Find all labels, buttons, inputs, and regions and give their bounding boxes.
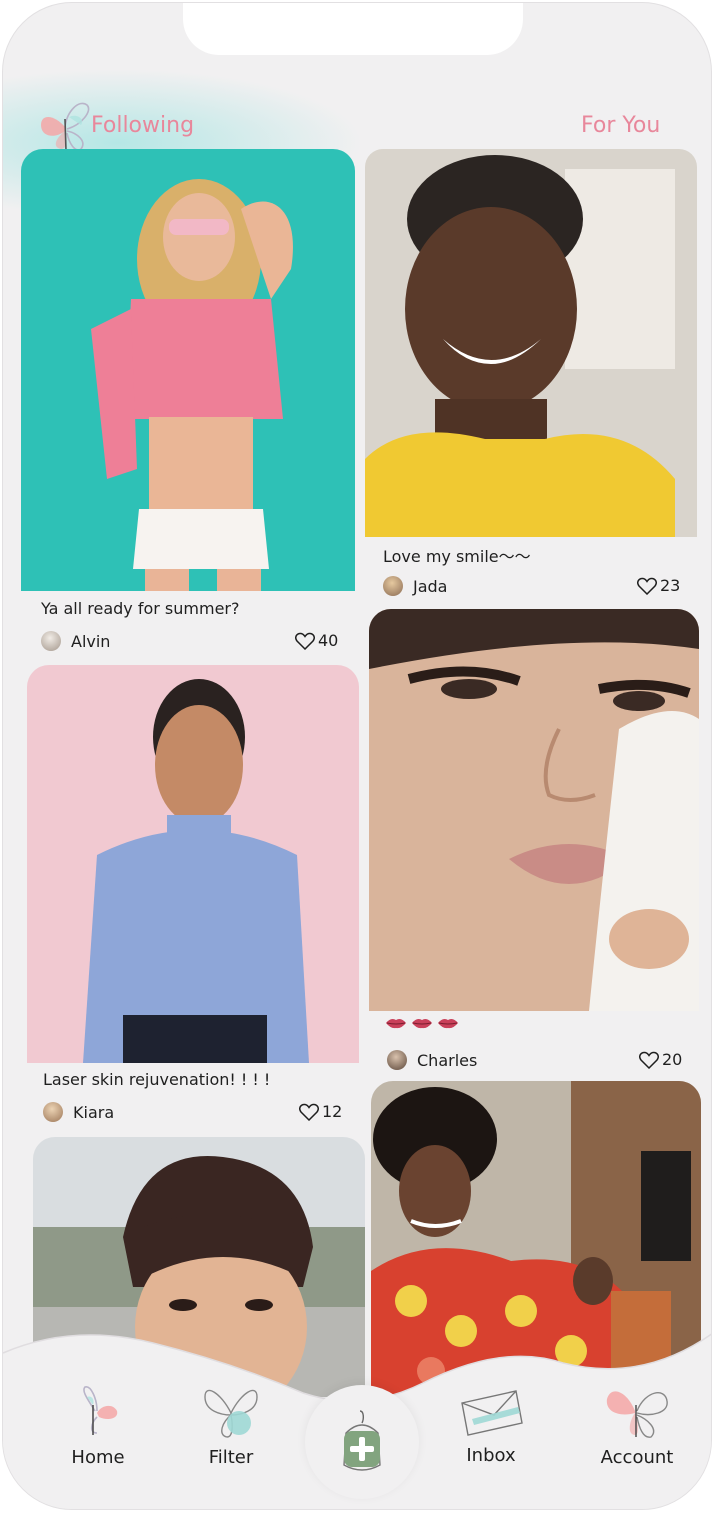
nav-inbox-label: Inbox — [466, 1445, 516, 1466]
post-caption: Ya all ready for summer? — [41, 599, 240, 618]
post-caption: Love my smile～～ — [383, 547, 531, 566]
avatar — [387, 1050, 407, 1070]
lips-icon — [438, 1019, 458, 1029]
post-caption: Laser skin rejuvenation! ! ! ! — [43, 1070, 271, 1089]
post-image-kiara[interactable] — [27, 665, 359, 1063]
post-image-charles[interactable] — [369, 609, 699, 1011]
nav-home[interactable]: Home — [63, 1383, 133, 1468]
heart-icon — [299, 1103, 319, 1121]
lips-icon — [386, 1019, 406, 1029]
post-author[interactable]: Alvin — [41, 631, 110, 651]
avatar — [43, 1102, 63, 1122]
phone-screen: Following For You Ya all ready for summe… — [2, 2, 712, 1510]
lips-icon — [412, 1019, 432, 1029]
create-post-button[interactable] — [305, 1385, 419, 1499]
nav-inbox[interactable]: Inbox — [451, 1383, 531, 1466]
add-icon — [343, 1410, 381, 1471]
like-count[interactable]: 23 — [637, 576, 680, 595]
like-count[interactable]: 40 — [295, 631, 338, 650]
butterfly-home-icon — [83, 1386, 118, 1435]
author-name: Charles — [417, 1050, 478, 1070]
like-count[interactable]: 20 — [639, 1050, 682, 1069]
post-image-jada[interactable] — [365, 149, 697, 537]
author-name: Alvin — [71, 631, 111, 651]
lips-emoji-row — [385, 1017, 459, 1029]
author-name: Jada — [413, 576, 448, 596]
butterfly-account-icon — [606, 1391, 668, 1438]
heart-icon — [639, 1051, 659, 1069]
nav-filter-label: Filter — [208, 1447, 254, 1468]
heart-icon — [637, 577, 657, 595]
like-number: 23 — [660, 576, 681, 595]
like-number: 40 — [318, 631, 339, 650]
heart-icon — [295, 632, 315, 650]
nav-account[interactable]: Account — [593, 1381, 681, 1468]
avatar — [41, 631, 61, 651]
envelope-icon — [461, 1390, 523, 1436]
like-number: 12 — [322, 1102, 343, 1121]
notch — [183, 3, 523, 55]
nav-home-label: Home — [71, 1447, 125, 1468]
butterfly-filter-icon — [204, 1389, 258, 1438]
author-name: Kiara — [73, 1102, 115, 1122]
like-count[interactable]: 12 — [299, 1102, 342, 1121]
nav-filter[interactable]: Filter — [191, 1383, 271, 1468]
post-image-alvin[interactable] — [21, 149, 355, 591]
tab-following[interactable]: Following — [91, 113, 194, 138]
butterfly-logo-icon — [41, 102, 90, 152]
avatar — [383, 576, 403, 596]
nav-account-label: Account — [600, 1447, 674, 1468]
post-author[interactable]: Charles — [387, 1050, 477, 1070]
post-author[interactable]: Kiara — [43, 1102, 114, 1122]
like-number: 20 — [662, 1050, 683, 1069]
tab-for-you[interactable]: For You — [581, 113, 660, 138]
post-author[interactable]: Jada — [383, 576, 447, 596]
